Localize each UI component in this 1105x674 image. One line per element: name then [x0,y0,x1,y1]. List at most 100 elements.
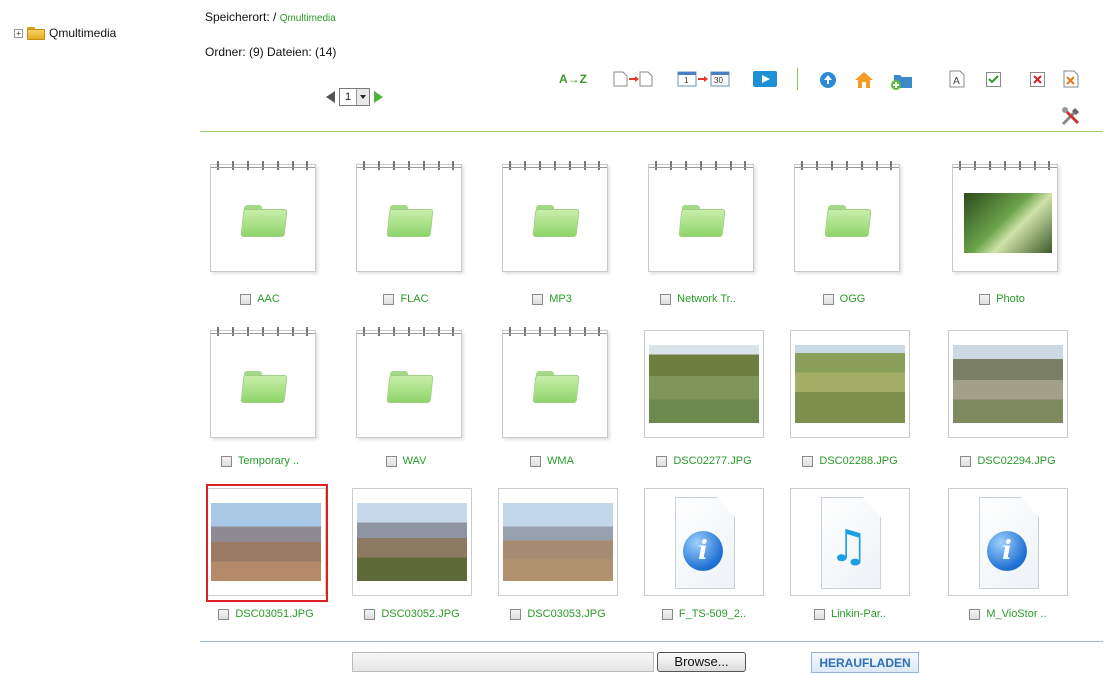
folder-thumbnail[interactable] [952,161,1058,272]
folder-thumbnail[interactable] [502,161,608,272]
file-name-label[interactable]: DSC02294.JPG [977,455,1055,467]
select-all-icon[interactable] [985,71,1001,87]
delete-icon[interactable] [1062,70,1080,88]
deselect-icon[interactable] [1029,71,1045,87]
new-folder-icon[interactable] [888,69,914,91]
file-name-label[interactable]: WAV [403,455,427,467]
select-checkbox[interactable] [656,455,668,467]
folder-thumbnail[interactable] [356,327,462,438]
select-checkbox[interactable] [979,293,991,305]
file-caption: DSC02277.JPG [644,455,764,467]
file-name-label[interactable]: DSC02288.JPG [819,455,897,467]
folder-thumbnail[interactable] [502,327,608,438]
tree-expand-icon[interactable]: + [14,28,23,38]
select-checkbox[interactable] [969,608,981,620]
audio-thumbnail[interactable]: ♫ [790,488,910,596]
select-checkbox[interactable] [218,608,230,620]
browse-button[interactable]: Browse... [657,652,746,672]
file-name-label[interactable]: DSC03053.JPG [527,608,605,620]
select-checkbox[interactable] [661,608,673,620]
file-name-label[interactable]: OGG [840,293,866,305]
next-page-icon[interactable] [374,91,383,103]
folder-icon [532,371,580,403]
tree-root-label[interactable]: Qmultimedia [49,26,116,40]
move-file-icon[interactable] [612,70,654,88]
prev-page-icon[interactable] [326,91,335,103]
up-folder-icon[interactable] [818,70,838,90]
file-caption: OGG [784,293,904,305]
photo-thumbnail[interactable] [948,330,1068,438]
document-thumbnail[interactable]: i [948,488,1068,596]
select-checkbox[interactable] [802,455,814,467]
folder-icon [824,205,872,237]
photo-thumbnail[interactable] [644,330,764,438]
file-caption: Photo [942,293,1062,305]
photo-thumbnail[interactable] [790,330,910,438]
file-name-label[interactable]: M_VioStor .. [986,608,1046,620]
file-caption: FLAC [346,293,466,305]
tools-icon[interactable] [1059,105,1083,127]
file-name-label[interactable]: MP3 [549,293,572,305]
select-checkbox[interactable] [822,293,834,305]
document-thumbnail[interactable]: i [644,488,764,596]
select-checkbox[interactable] [530,455,542,467]
folder-thumbnail[interactable] [356,161,462,272]
select-checkbox[interactable] [385,455,397,467]
slideshow-icon[interactable] [752,70,778,88]
file-caption: MP3 [492,293,612,305]
rename-icon[interactable]: A [948,70,966,88]
folder-thumbnail[interactable] [648,161,754,272]
folder-thumbnail[interactable] [210,161,316,272]
photo-thumbnail[interactable] [498,488,618,596]
select-checkbox[interactable] [813,608,825,620]
file-caption: WAV [346,455,466,467]
photo-folder-preview [964,193,1052,253]
file-name-label[interactable]: DSC02277.JPG [673,455,751,467]
file-name-label[interactable]: Network Tr.. [677,293,736,305]
folder-icon [27,26,45,40]
file-name-label[interactable]: DSC03051.JPG [235,608,313,620]
location-path-link[interactable]: Qmultimedia [280,13,336,24]
file-path-input[interactable] [352,652,654,672]
sort-az-icon[interactable]: A→Z [555,70,591,88]
file-name-label[interactable]: WMA [547,455,574,467]
date-to-label: 30 [714,76,723,85]
chevron-down-icon [356,89,369,105]
file-caption: DSC02294.JPG [948,455,1068,467]
select-checkbox[interactable] [364,608,376,620]
folder-thumbnail[interactable] [794,161,900,272]
info-icon: i [683,531,723,571]
photo-image [953,345,1063,423]
location-breadcrumb: Speicherort: / Qmultimedia [205,10,336,24]
select-checkbox[interactable] [220,455,232,467]
folder-icon [678,205,726,237]
file-name-label[interactable]: Photo [996,293,1025,305]
file-name-label[interactable]: AAC [257,293,280,305]
select-checkbox[interactable] [510,608,522,620]
select-checkbox[interactable] [960,455,972,467]
photo-thumbnail[interactable] [352,488,472,596]
select-checkbox[interactable] [383,293,395,305]
folder-tree: + Qmultimedia [14,26,116,40]
folder-icon [386,371,434,403]
page-select[interactable]: 1 [339,88,370,106]
folder-icon [386,205,434,237]
file-name-label[interactable]: FLAC [400,293,428,305]
date-from-label: 1 [684,76,689,85]
file-name-label[interactable]: Linkin-Par.. [831,608,886,620]
file-name-label[interactable]: F_TS-509_2.. [679,608,746,620]
select-checkbox[interactable] [240,293,252,305]
select-checkbox[interactable] [660,293,672,305]
upload-button[interactable]: HERAUFLADEN [811,652,919,673]
folder-thumbnail[interactable] [210,327,316,438]
pager: 1 [326,88,383,106]
home-icon[interactable] [853,69,875,91]
file-name-label[interactable]: DSC03052.JPG [381,608,459,620]
folder-icon [240,205,288,237]
folder-file-counts: Ordner: (9) Dateien: (14) [205,45,337,59]
select-checkbox[interactable] [532,293,544,305]
info-icon: i [987,531,1027,571]
folder-icon [532,205,580,237]
file-caption: AAC [200,293,320,305]
file-name-label[interactable]: Temporary .. [238,455,299,467]
